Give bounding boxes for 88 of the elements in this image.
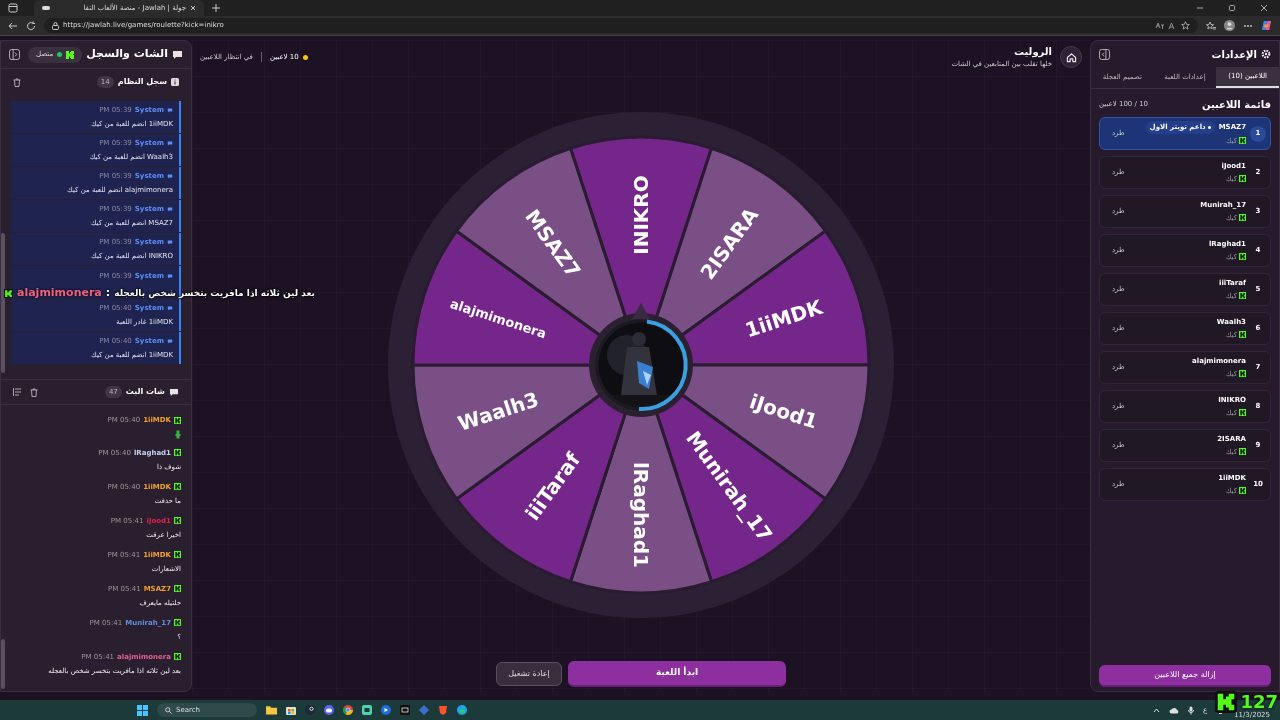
restart-button[interactable]: إعادة تشغيل	[496, 662, 562, 686]
logo-icon	[174, 517, 181, 525]
chat-icon	[169, 387, 179, 397]
close-icon[interactable]	[190, 5, 196, 11]
segment-label: lRaghad1	[629, 462, 653, 568]
translate-icon[interactable]	[1155, 21, 1164, 30]
trash-icon[interactable]	[13, 77, 21, 87]
app-icon[interactable]	[400, 705, 410, 715]
separator-colon: :	[105, 285, 111, 301]
pointer-icon	[632, 303, 650, 319]
chat-icon	[167, 338, 173, 344]
sidebar-toggle-icon[interactable]	[1099, 48, 1110, 60]
edge-icon[interactable]	[457, 705, 467, 715]
chat-icon	[167, 239, 173, 245]
logo-icon	[1239, 331, 1246, 339]
scrollbar-thumb[interactable]	[1, 233, 5, 373]
emote-icon	[175, 429, 181, 439]
logo-icon	[1239, 137, 1246, 145]
app-icon[interactable]	[305, 705, 315, 715]
panel-title: الشات والسجل	[86, 46, 168, 63]
section-title: شات البث	[125, 386, 165, 398]
logo-icon	[66, 50, 75, 59]
scrollbar-thumb[interactable]	[1, 639, 5, 689]
settings-icon	[1261, 49, 1271, 59]
chat-icon	[172, 49, 183, 60]
store-icon[interactable]	[286, 705, 296, 715]
chat-icon	[167, 107, 173, 113]
segment-label: INIKRO	[629, 175, 653, 255]
chevron-icon[interactable]	[1152, 707, 1160, 713]
section-title: سجل النظام	[117, 76, 167, 88]
microphone-icon[interactable]	[1187, 705, 1194, 715]
cloud-icon[interactable]	[1168, 706, 1179, 714]
star-icon[interactable]	[1181, 21, 1190, 30]
list-icon[interactable]	[13, 388, 22, 396]
logo-icon	[1239, 175, 1246, 183]
copilot-icon[interactable]	[1261, 20, 1272, 31]
site-icon	[42, 5, 50, 11]
read-aloud-icon[interactable]	[1168, 21, 1177, 30]
logo-icon	[1239, 253, 1246, 261]
logo-icon	[174, 585, 181, 593]
more-icon[interactable]	[1243, 23, 1253, 28]
chat-icon	[167, 274, 173, 279]
restore-icon[interactable]	[1228, 4, 1236, 12]
logo-icon	[1239, 409, 1246, 417]
home-button[interactable]	[1060, 46, 1082, 68]
logo-icon	[174, 483, 181, 491]
page-title: الروليت	[1012, 45, 1052, 60]
section-title: قائمة اللاعبين	[1201, 97, 1271, 112]
minimize-icon[interactable]	[1196, 4, 1204, 12]
logo-icon	[174, 653, 181, 661]
app-icon[interactable]	[324, 705, 334, 715]
favorites-icon[interactable]	[1206, 20, 1216, 31]
logo-icon	[174, 449, 181, 457]
logo-icon	[174, 619, 181, 627]
start-game-button[interactable]: ابدأ اللعبة	[568, 661, 786, 687]
remove-all-button[interactable]: إزالة جميع اللاعبين	[1099, 665, 1271, 687]
sidebar-toggle-icon[interactable]	[9, 49, 20, 60]
logo-icon	[1239, 487, 1246, 495]
logo-icon	[1215, 690, 1238, 713]
chat-icon	[167, 173, 173, 179]
home-icon	[1065, 51, 1077, 63]
logo-icon	[1239, 448, 1246, 456]
back-icon[interactable]	[8, 20, 18, 31]
chat-icon	[167, 305, 173, 311]
reload-icon[interactable]	[26, 20, 36, 31]
folder-icon[interactable]	[266, 705, 277, 715]
logo-icon	[4, 288, 13, 298]
browser-icon[interactable]	[343, 705, 353, 715]
lock-icon	[52, 21, 59, 30]
trash-icon[interactable]	[30, 387, 38, 397]
logo-icon	[1239, 370, 1246, 378]
logo-icon	[1239, 292, 1246, 300]
close-icon[interactable]	[1260, 4, 1268, 12]
chat-username: alajmimonera	[17, 285, 102, 301]
windows-icon[interactable]	[137, 704, 148, 716]
info-icon	[171, 78, 179, 86]
chat-icon	[167, 140, 173, 146]
logo-icon	[174, 551, 181, 559]
panel-title: الإعدادات	[1211, 47, 1257, 62]
new-tab-icon[interactable]	[212, 4, 220, 12]
app-icon[interactable]	[381, 705, 391, 715]
logo-icon	[1239, 214, 1246, 222]
profile-icon[interactable]	[1224, 20, 1235, 31]
logo-icon	[174, 416, 181, 424]
chat-icon	[167, 206, 173, 212]
search-icon	[165, 706, 172, 714]
app-icon[interactable]	[362, 705, 372, 715]
tab-list-icon[interactable]	[8, 3, 18, 13]
